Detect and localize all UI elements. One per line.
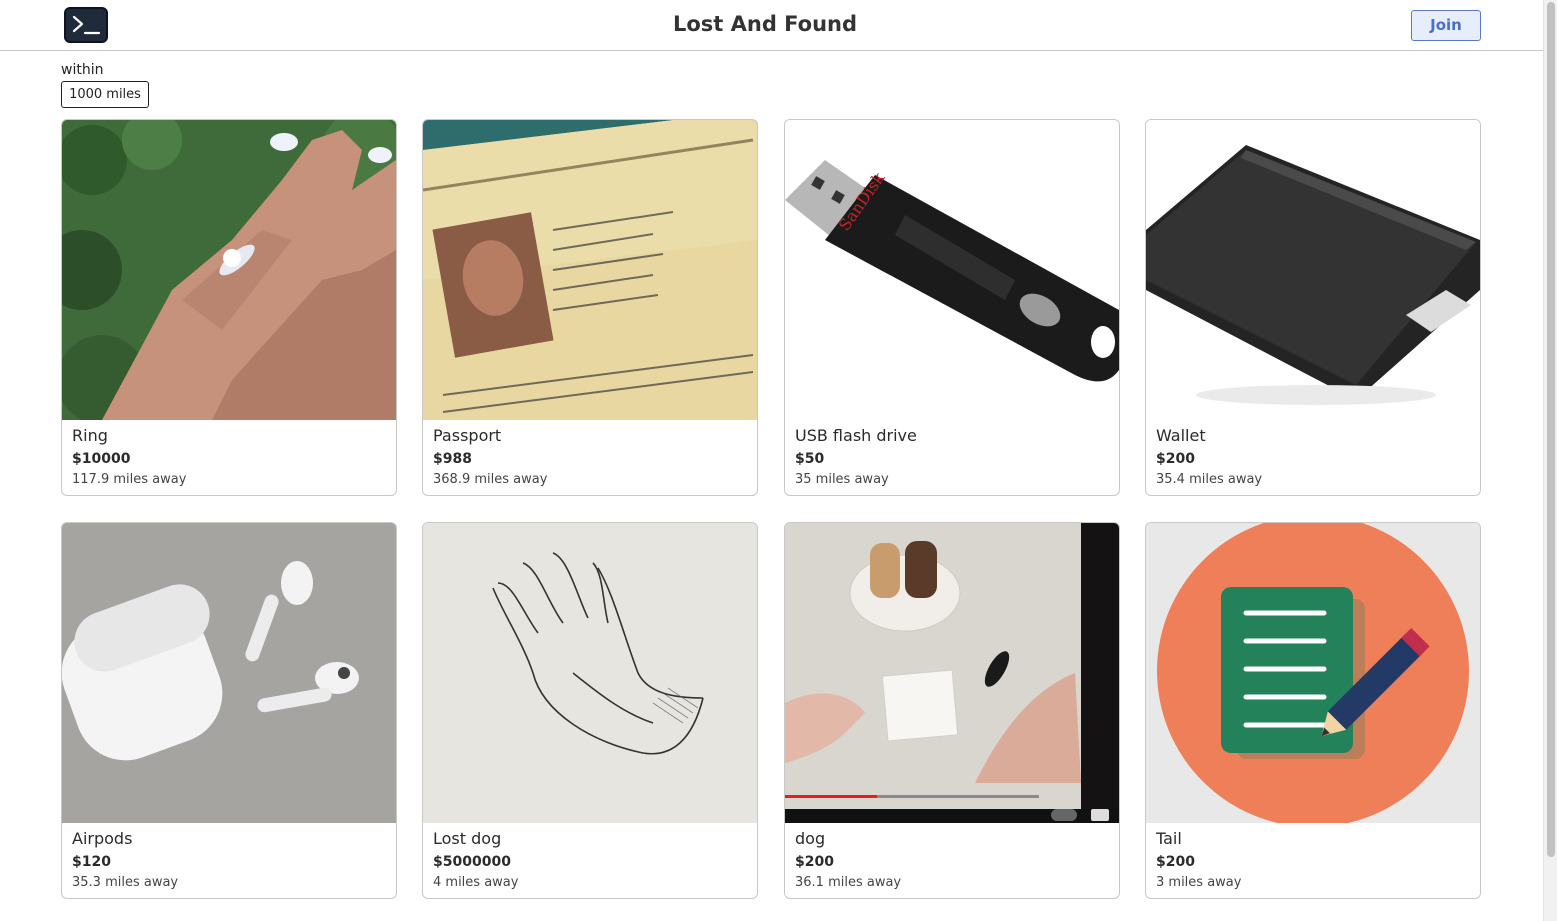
distance-filter-select[interactable]: 1000 miles xyxy=(61,81,149,108)
item-price: $200 xyxy=(795,854,834,870)
item-name: Tail xyxy=(1156,829,1182,848)
item-card[interactable]: Passport $988 368.9 miles away xyxy=(422,119,758,496)
item-distance: 117.9 miles away xyxy=(72,472,187,487)
item-name: Ring xyxy=(72,426,108,445)
item-distance: 35.4 miles away xyxy=(1156,472,1263,487)
scrollbar-thumb[interactable] xyxy=(1547,2,1555,857)
app-title: Lost And Found xyxy=(672,12,858,36)
item-name: USB flash drive xyxy=(795,426,917,445)
item-name: Passport xyxy=(433,426,502,445)
item-name: dog xyxy=(795,829,826,848)
item-name: Airpods xyxy=(72,829,133,848)
item-price: $5000000 xyxy=(433,854,511,870)
item-distance: 368.9 miles away xyxy=(433,472,548,487)
item-card[interactable]: dog $200 36.1 miles away xyxy=(784,522,1120,899)
join-button[interactable]: Join xyxy=(1411,10,1481,41)
item-price: $120 xyxy=(72,854,111,870)
item-price: $200 xyxy=(1156,451,1195,467)
usb-drive-photo: SanDisk xyxy=(785,120,1119,420)
page-scrollbar[interactable] xyxy=(1543,0,1557,921)
airpods-photo xyxy=(62,523,396,823)
passport-photo xyxy=(423,120,757,420)
item-distance: 4 miles away xyxy=(433,875,519,890)
distance-filter-label: within xyxy=(61,62,104,78)
item-price: $50 xyxy=(795,451,825,467)
item-price: $200 xyxy=(1156,854,1195,870)
item-card[interactable]: Ring $10000 117.9 miles away xyxy=(61,119,397,496)
item-distance: 35 miles away xyxy=(795,472,889,487)
top-navigation-bar: Lost And Found Join xyxy=(0,0,1543,51)
item-card[interactable]: Tail $200 3 miles away xyxy=(1145,522,1481,899)
item-card[interactable]: Airpods $120 35.3 miles away xyxy=(61,522,397,899)
item-distance: 3 miles away xyxy=(1156,875,1242,890)
item-card[interactable]: SanDisk USB flash drive $50 35 miles awa… xyxy=(784,119,1120,496)
notepad-pencil-illustration xyxy=(1146,523,1480,823)
item-name: Wallet xyxy=(1156,426,1206,445)
wallet-photo xyxy=(1146,120,1480,420)
hand-sketch-photo xyxy=(423,523,757,823)
item-distance: 35.3 miles away xyxy=(72,875,179,890)
ring-on-hand-photo xyxy=(62,120,396,420)
item-name: Lost dog xyxy=(433,829,502,848)
item-distance: 36.1 miles away xyxy=(795,875,902,890)
item-price: $988 xyxy=(433,451,472,467)
video-still-photo xyxy=(785,523,1119,823)
item-card[interactable]: Wallet $200 35.4 miles away xyxy=(1145,119,1481,496)
item-price: $10000 xyxy=(72,451,131,467)
item-card[interactable]: Lost dog $5000000 4 miles away xyxy=(422,522,758,899)
